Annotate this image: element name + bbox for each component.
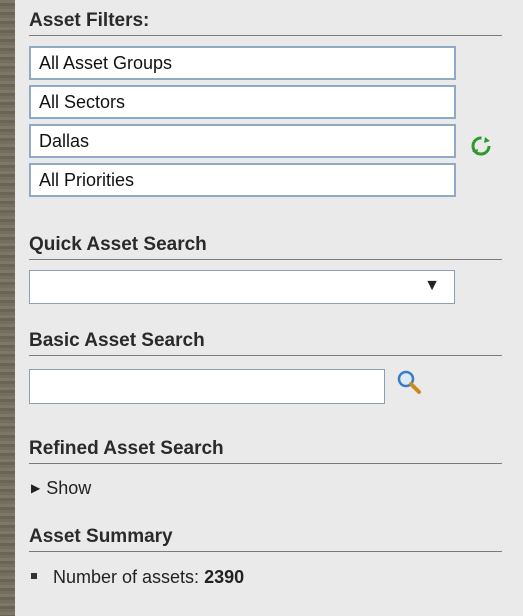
side-edge-texture [0,0,15,616]
filter-asset-groups[interactable]: All Asset Groups [29,46,456,80]
filter-sectors[interactable]: All Sectors [29,85,456,119]
quick-asset-search-title: Quick Asset Search [29,234,502,260]
square-bullet-icon [31,573,37,579]
asset-sidebar-panel: Asset Filters: All Asset Groups All Sect… [15,0,523,616]
triangle-down-icon: ▼ [424,277,440,294]
basic-asset-search-title: Basic Asset Search [29,330,502,356]
asset-count-value: 2390 [204,567,245,587]
asset-filters-title: Asset Filters: [29,10,502,36]
show-label: Show [46,478,92,498]
asset-summary-title: Asset Summary [29,526,502,552]
filter-location[interactable]: Dallas [29,124,456,158]
triangle-right-icon: ▶ [31,481,41,495]
refresh-icon[interactable] [469,134,493,158]
quick-asset-search-select[interactable]: ▼ [29,270,455,304]
filter-priorities[interactable]: All Priorities [29,163,456,197]
asset-count-item: Number of assets: 2390 [31,567,244,588]
refined-asset-search-title: Refined Asset Search [29,438,502,464]
asset-count-label: Number of assets: [53,567,200,587]
magnifier-icon[interactable] [395,368,423,396]
refined-search-show-toggle[interactable]: ▶ Show [31,478,91,499]
basic-asset-search-input[interactable] [29,369,385,404]
